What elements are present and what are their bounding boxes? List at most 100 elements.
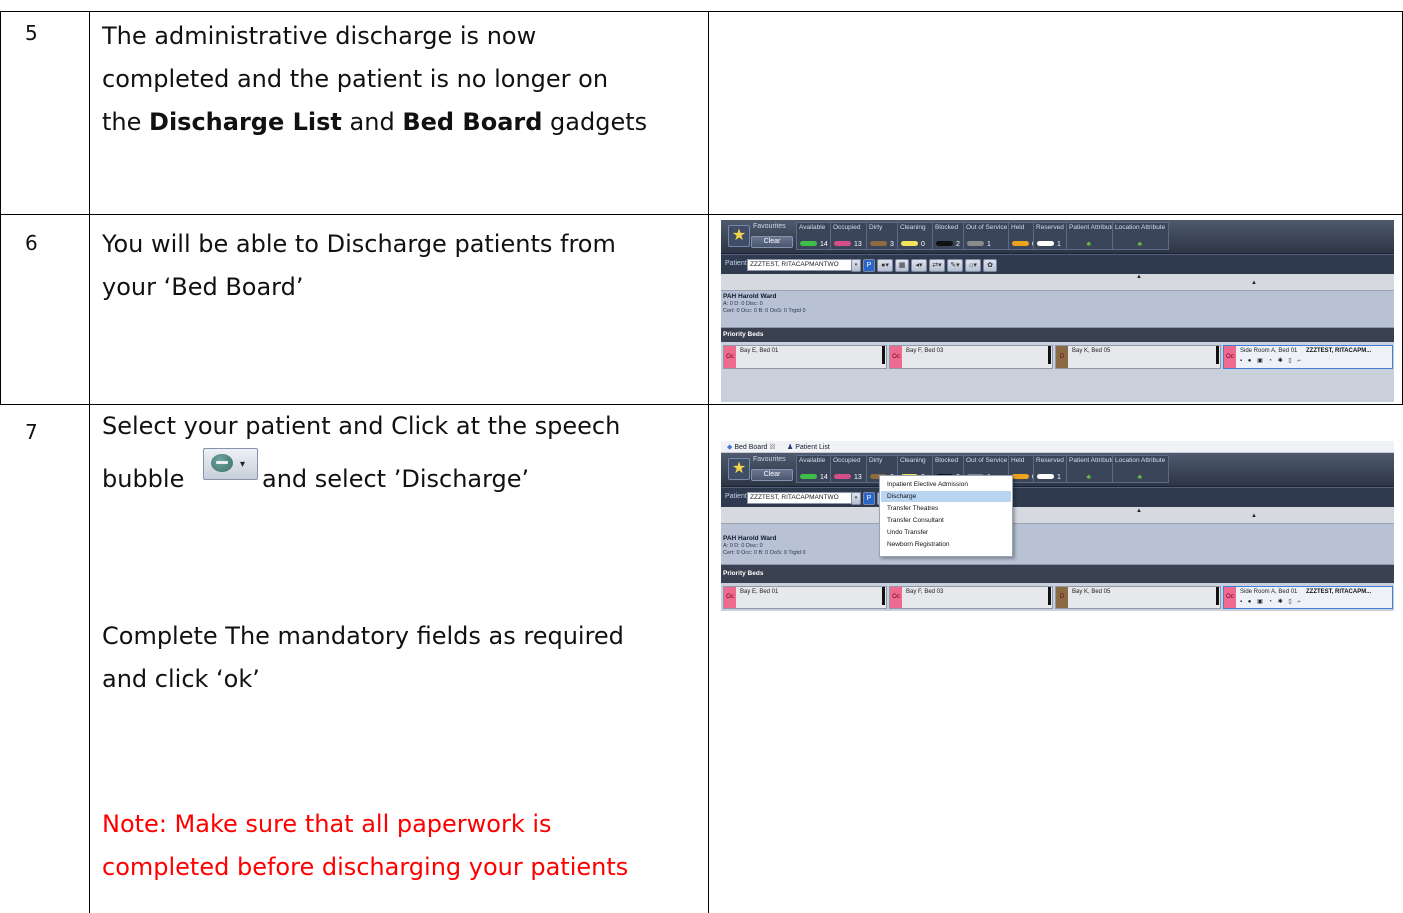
ward-stats: Cert: 0 Occ: 0 B: 0 OoS: 0 Trgtd 0 xyxy=(723,308,806,314)
menu-item-transfer-theatres[interactable]: Transfer Theatres xyxy=(881,503,1011,514)
status-category-1[interactable]: Occupied 13 xyxy=(830,222,867,250)
status-toolbar: ★ Favourites Clear Available 14 Occupied 13… xyxy=(721,220,1394,254)
clear-button[interactable]: Clear xyxy=(751,236,793,248)
bed-row: Oc Bay E, Bed 01 Oc Bay F, Bed 03 D Bay K, Be… xyxy=(721,584,1394,611)
patient-toolbar: Patient ZZZTEST, RITACAPMANTWO ▾ P ●▾ ▦ … xyxy=(721,254,1394,275)
bed-cell[interactable]: Oc Bay F, Bed 03 xyxy=(889,586,1053,609)
status-pill xyxy=(1037,241,1054,246)
bed-cell[interactable]: Oc Bay E, Bed 01 xyxy=(723,345,887,369)
menu-item-discharge[interactable]: Discharge xyxy=(881,491,1011,502)
note-text: completed before discharging your patien… xyxy=(102,853,629,881)
chevron-down-icon[interactable]: ▾ xyxy=(851,259,861,272)
step-text-line: your ‘Bed Board’ xyxy=(102,273,304,301)
status-count: 1 xyxy=(987,241,991,248)
status-category-label: Available xyxy=(799,457,826,464)
chevron-down-icon[interactable]: ▾ xyxy=(851,492,861,505)
settings-icon[interactable]: ✿ xyxy=(983,259,997,272)
status-category-label: Reserved xyxy=(1036,457,1064,464)
menu-item-inpatient-elective-admission[interactable]: Inpatient Elective Admission xyxy=(881,479,1011,490)
bed-cell[interactable]: D Bay K, Bed 05 xyxy=(1055,345,1221,369)
status-category-6[interactable]: Held0 xyxy=(1008,222,1036,250)
status-pill xyxy=(870,241,887,246)
bed-status-tag: Oc xyxy=(890,587,902,608)
status-category-label: Occupied xyxy=(833,457,861,464)
priority-beds-header: Priority Beds xyxy=(721,328,1394,342)
status-count: 14 xyxy=(820,474,828,481)
favourites-label: Favourites xyxy=(753,223,786,230)
bed-divider xyxy=(882,587,885,605)
patient-toolbar: Patient ZZZTEST, RITACAPMANTWO ▾ P ●▾ ▦ xyxy=(721,487,1394,508)
status-count: 3 xyxy=(890,241,894,248)
p-icon[interactable]: P xyxy=(863,492,875,505)
status-category-label: Cleaning xyxy=(900,224,926,231)
bed-patient-name: ZZZTEST, RITACAPM... xyxy=(1306,589,1372,595)
status-count: 14 xyxy=(820,241,828,248)
menu-item-newborn-registration[interactable]: Newborn Registration xyxy=(881,539,1011,550)
step-text-line: The administrative discharge is now xyxy=(102,22,537,50)
status-pill xyxy=(800,474,817,479)
bed-icon[interactable]: ▦ xyxy=(895,259,909,272)
step-number: 7 xyxy=(25,420,38,444)
status-category-9[interactable]: Location Attribute ♣ xyxy=(1112,455,1169,483)
bed-name: Bay K, Bed 05 xyxy=(1072,589,1111,595)
p-icon[interactable]: P xyxy=(863,259,875,272)
home-icon[interactable]: ⌂▾ xyxy=(965,259,981,272)
clear-button[interactable]: Clear xyxy=(751,469,793,481)
bed-cell[interactable]: D Bay K, Bed 05 xyxy=(1055,586,1221,609)
status-category-8[interactable]: Patient Attribute ♣ xyxy=(1066,455,1115,483)
status-category-8[interactable]: Patient Attribute ♣ xyxy=(1066,222,1115,250)
status-category-0[interactable]: Available 14 xyxy=(796,222,831,250)
favourites-star-icon[interactable]: ★ xyxy=(728,458,750,480)
status-category-1[interactable]: Occupied 13 xyxy=(830,455,867,483)
bed-status-tag: Oc xyxy=(724,346,736,368)
step-text-line: You will be able to Discharge patients f… xyxy=(102,230,616,258)
status-category-label: Reserved xyxy=(1036,224,1064,231)
column-divider xyxy=(89,11,90,913)
step-text-line: bubble xyxy=(102,465,185,493)
tab-patient-list[interactable]: ♟ Patient List xyxy=(787,443,830,451)
ward-stats: Cert: 0 Occ: 0 B: 0 OoS: 0 Trgtd 0 xyxy=(723,550,806,556)
status-toolbar: ★ Favourites Clear Available 14 Occupied 13… xyxy=(721,453,1394,487)
status-category-label: Occupied xyxy=(833,224,861,231)
favourites-star-icon[interactable]: ★ xyxy=(728,225,750,247)
tab-bed-board[interactable]: ◆ Bed Board ☒ xyxy=(727,443,776,451)
swap-icon[interactable]: ⇄▾ xyxy=(929,259,945,272)
status-category-label: Patient Attribute xyxy=(1069,224,1115,231)
bed-cell[interactable]: Oc Side Room A, Bed 01 ZZZTEST, RITACAPM..… xyxy=(1223,345,1393,369)
patient-select[interactable]: ZZZTEST, RITACAPMANTWO xyxy=(747,492,861,504)
bed-name: Bay K, Bed 05 xyxy=(1072,348,1111,354)
step-text-line: and click ‘ok’ xyxy=(102,665,260,693)
menu-item-undo-transfer[interactable]: Undo Transfer xyxy=(881,527,1011,538)
menu-item-transfer-consultant[interactable]: Transfer Consultant xyxy=(881,515,1011,526)
bed-cell[interactable]: Oc Bay E, Bed 01 xyxy=(723,586,887,609)
bed-divider xyxy=(1048,587,1051,605)
step-number: 6 xyxy=(25,231,38,255)
status-category-label: Blocked xyxy=(935,457,959,464)
ward-summary: PAH Harold Ward A: 0 D: 0 Disc: 0 Cert: … xyxy=(721,291,1394,328)
status-category-3[interactable]: Cleaning 0 xyxy=(897,222,933,250)
status-category-7[interactable]: Reserved 1 xyxy=(1033,455,1067,483)
status-category-5[interactable]: Out of Service 1 xyxy=(963,222,1009,250)
status-category-4[interactable]: Blocked 2 xyxy=(932,222,964,250)
status-category-label: Out of Service xyxy=(966,224,1008,231)
status-category-2[interactable]: Dirty 3 xyxy=(866,222,898,250)
bed-status-tag: Oc xyxy=(724,587,736,608)
bedboard-menu-screenshot: ◆ Bed Board ☒ ♟ Patient List ★ Favourite… xyxy=(721,441,1394,611)
transfer-icon[interactable]: ◂▾ xyxy=(911,259,927,272)
ward-summary: PAH Harold Ward A: 0 D: 0 Disc: 0 Cert: … xyxy=(721,524,1394,565)
status-count: 1 xyxy=(1057,241,1061,248)
note-icon[interactable]: ✎▾ xyxy=(947,259,963,272)
row-divider xyxy=(0,404,1403,405)
bed-cell[interactable]: Oc Side Room A, Bed 01 ZZZTEST, RITACAPM..… xyxy=(1223,586,1393,609)
bed-patient-name: ZZZTEST, RITACAPM... xyxy=(1306,348,1372,354)
status-count: 0 xyxy=(921,241,925,248)
bed-name: Side Room A, Bed 01 xyxy=(1240,589,1298,595)
patient-select[interactable]: ZZZTEST, RITACAPMANTWO xyxy=(747,259,861,271)
bed-status-categories: Available 14 Occupied 13 Dirty 3 Cleaning 0 Bloc… xyxy=(796,222,1216,250)
speech-bubble-icon[interactable]: ●▾ xyxy=(877,259,893,272)
status-category-7[interactable]: Reserved 1 xyxy=(1033,222,1067,250)
step-number: 5 xyxy=(25,21,38,45)
bed-cell[interactable]: Oc Bay F, Bed 03 xyxy=(889,345,1053,369)
status-category-9[interactable]: Location Attribute ♣ xyxy=(1112,222,1169,250)
status-category-0[interactable]: Available 14 xyxy=(796,455,831,483)
